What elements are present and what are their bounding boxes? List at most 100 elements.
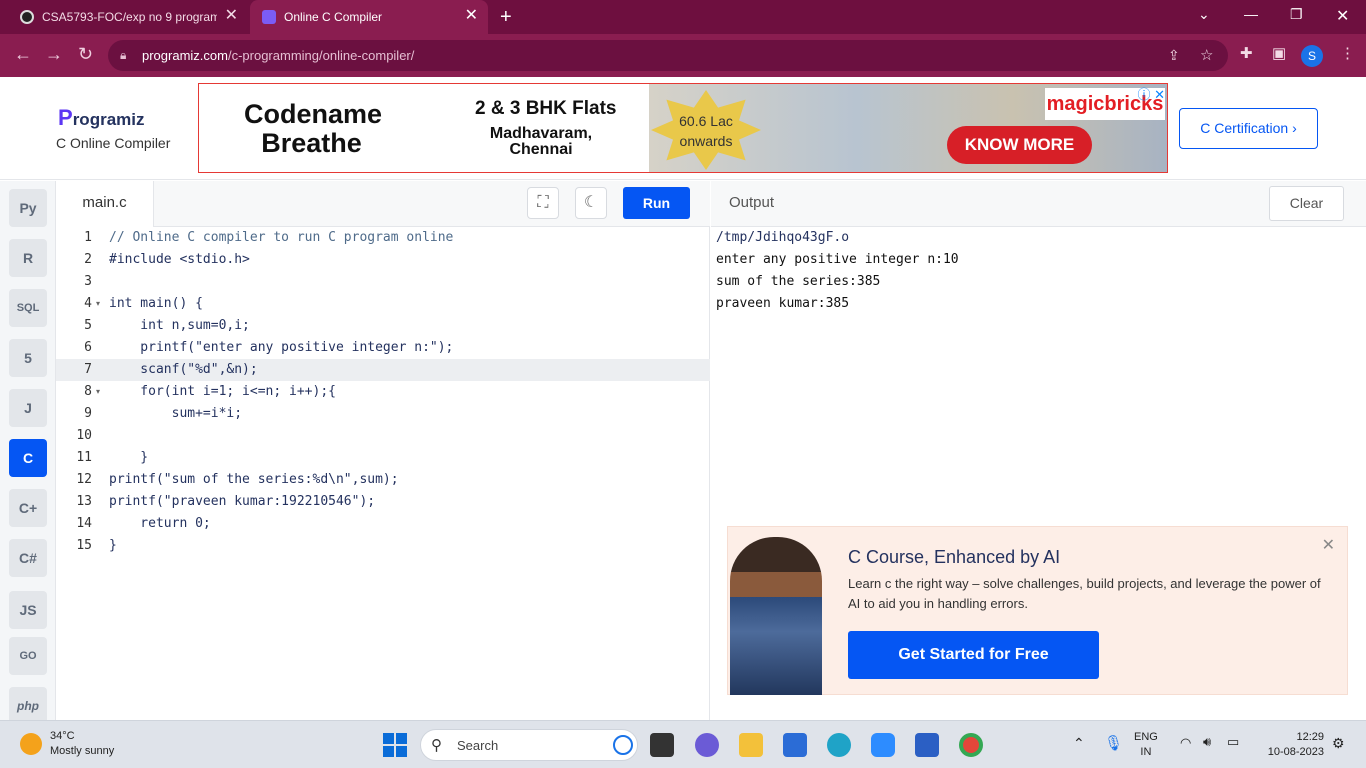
weather-widget[interactable]: 34°C Mostly sunny [50, 729, 114, 759]
fold-toggle-icon[interactable]: ▾ [96, 293, 100, 315]
code-line: printf("praveen kumar:192210546"); [109, 494, 376, 509]
windows-start-icon[interactable] [383, 733, 407, 757]
volume-icon[interactable]: 🔊︎ [1203, 734, 1211, 750]
bing-icon[interactable] [613, 735, 633, 755]
taskbar-clock[interactable]: 12:29 10-08-2023 [1256, 730, 1324, 760]
side-panel-icon[interactable]: ▣ [1272, 46, 1286, 61]
ad-close-icon[interactable]: ⓘ ✕ [1135, 84, 1165, 102]
ad-price: 60.6 Lac onwards [661, 111, 751, 151]
task-view-icon[interactable] [650, 733, 674, 757]
wifi-icon[interactable]: ◠ [1180, 735, 1191, 751]
store-icon[interactable] [783, 733, 807, 757]
close-tab-icon[interactable]: ✕ [465, 8, 478, 24]
java-icon[interactable]: J [9, 389, 47, 427]
battery-icon[interactable]: ▭ [1227, 734, 1239, 750]
line-number: 4 [84, 296, 92, 311]
ad-location: Madhavaram, Chennai [471, 126, 611, 158]
promo-close-icon[interactable]: ✕ [1322, 535, 1335, 555]
dark-mode-icon[interactable]: ☾ [575, 187, 607, 219]
output-line: praveen kumar:385 [716, 296, 850, 311]
close-tab-icon[interactable]: ✕ [225, 8, 238, 24]
html-icon[interactable]: 5 [9, 339, 47, 377]
input-language[interactable]: ENG IN [1134, 730, 1158, 760]
reload-icon[interactable]: ↻ [78, 45, 93, 63]
output-console[interactable]: /tmp/Jdihqo43gF.o enter any positive int… [711, 227, 1366, 720]
promo-title: C Course, Enhanced by AI [848, 547, 1061, 567]
code-line: } [109, 450, 149, 465]
javascript-icon[interactable]: JS [9, 591, 47, 629]
url-bar[interactable]: 🔒︎ programiz.com/c-programming/online-co… [108, 40, 1228, 71]
microphone-icon[interactable]: 🎙︎ [1104, 734, 1123, 752]
word-icon[interactable] [915, 733, 939, 757]
logo-mark: P [58, 105, 73, 130]
programiz-favicon-icon [262, 10, 276, 24]
close-window-icon[interactable]: ✕ [1336, 6, 1349, 26]
bookmark-star-icon[interactable]: ☆ [1200, 46, 1213, 64]
ad-price-line: onwards [679, 133, 733, 149]
browser-tab-github[interactable]: CSA5793-FOC/exp no 9 program ✕ [8, 0, 248, 34]
code-editor[interactable]: 1 // Online C compiler to run C program o… [56, 227, 710, 720]
code-line: printf("enter any positive integer n:"); [109, 340, 454, 355]
forward-icon[interactable]: → [45, 45, 63, 63]
python-icon[interactable]: Py [9, 189, 47, 227]
zoom-icon[interactable] [871, 733, 895, 757]
taskbar-search[interactable]: ⚲ Search [420, 729, 638, 761]
get-started-button[interactable]: Get Started for Free [848, 631, 1099, 679]
fullscreen-icon[interactable]: ⛶ [527, 187, 559, 219]
banner-ad[interactable]: Codename Breathe 2 & 3 BHK Flats Madhavar… [198, 83, 1168, 173]
line-number: 9 [84, 406, 92, 421]
ad-flats: 2 & 3 BHK Flats [475, 98, 617, 119]
chrome-icon[interactable] [959, 733, 983, 757]
minimize-icon[interactable]: — [1244, 6, 1258, 22]
clock-time: 12:29 [1296, 731, 1324, 743]
sql-icon[interactable]: SQL [9, 289, 47, 327]
c-certification-button[interactable]: C Certification › [1179, 108, 1318, 149]
edge-icon[interactable] [827, 733, 851, 757]
browser-tab-compiler[interactable]: Online C Compiler ✕ [250, 0, 488, 34]
weather-sun-icon[interactable] [20, 733, 42, 755]
code-line: sum+=i*i; [109, 406, 243, 421]
ad-know-more-button[interactable]: KNOW MORE [947, 126, 1092, 164]
tab-title: Online C Compiler [284, 10, 383, 24]
code-line: for(int i=1; i<=n; i++);{ [109, 384, 336, 399]
file-tab[interactable]: main.c [56, 181, 154, 227]
clear-button[interactable]: Clear [1269, 186, 1344, 221]
go-icon[interactable]: GO [9, 637, 47, 675]
region-code: IN [1140, 746, 1152, 758]
line-number: 11 [76, 450, 92, 465]
c-lang-icon[interactable]: C [9, 439, 47, 477]
tray-overflow-icon[interactable]: ⌃ [1073, 735, 1085, 752]
ad-brand-line: Codename [244, 99, 383, 129]
cpp-icon[interactable]: C+ [9, 489, 47, 527]
programiz-logo[interactable]: Programiz [58, 105, 144, 131]
chat-icon[interactable] [695, 733, 719, 757]
code-line: return 0; [109, 516, 211, 531]
run-button[interactable]: Run [623, 187, 690, 219]
logo-text: rogramiz [72, 110, 145, 129]
fold-toggle-icon[interactable]: ▾ [96, 381, 100, 403]
output-toolbar: Output Clear [711, 181, 1366, 227]
code-line: printf("sum of the series:%d\n",sum); [109, 472, 399, 487]
line-number: 15 [76, 538, 92, 553]
search-icon: ⚲ [431, 737, 442, 754]
tab-search-icon[interactable]: ⌄ [1198, 6, 1210, 23]
menu-kebab-icon[interactable]: ⋮ [1340, 46, 1355, 61]
new-tab-icon[interactable]: + [500, 7, 512, 27]
restore-icon[interactable]: ❐ [1290, 6, 1303, 23]
site-header: Programiz C Online Compiler Codename Brea… [0, 77, 1366, 180]
output-line: enter any positive integer n:10 [716, 252, 959, 267]
notifications-icon[interactable]: ⚙ [1332, 735, 1345, 752]
line-number: 3 [84, 274, 92, 289]
csharp-icon[interactable]: C# [9, 539, 47, 577]
ad-location-line: Chennai [509, 141, 573, 158]
page-subtitle: C Online Compiler [56, 135, 171, 151]
r-lang-icon[interactable]: R [9, 239, 47, 277]
line-number: 10 [76, 428, 92, 443]
share-icon[interactable]: ⇪ [1168, 47, 1180, 64]
profile-avatar[interactable]: S [1301, 45, 1323, 67]
file-explorer-icon[interactable] [739, 733, 763, 757]
line-number: 7 [84, 362, 92, 377]
extensions-icon[interactable]: ✚ [1240, 46, 1253, 61]
code-line: int n,sum=0,i; [109, 318, 250, 333]
back-icon[interactable]: ← [14, 45, 32, 63]
